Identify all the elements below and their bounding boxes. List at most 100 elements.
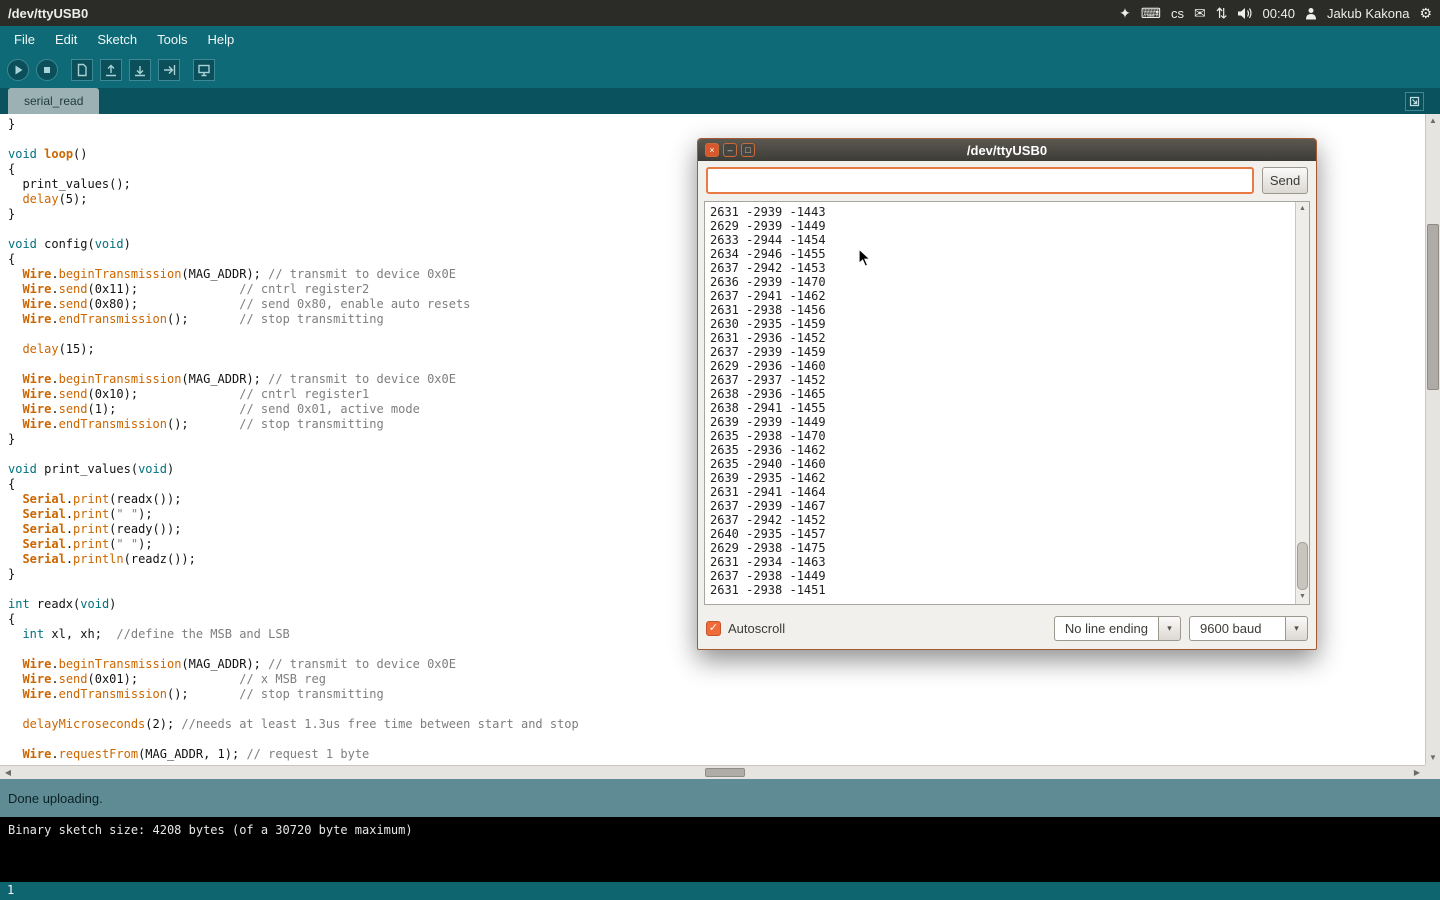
menu-item-tools[interactable]: Tools [147,28,197,51]
send-button[interactable]: Send [1262,167,1308,194]
status-message: Done uploading. [8,791,103,806]
serial-line: 2637 -2941 -1462 [710,289,1293,303]
scroll-up-icon[interactable]: ▲ [1296,203,1309,215]
tab-bar: serial_read [0,88,1440,114]
editor-hscroll-thumb[interactable] [705,768,745,777]
serial-line: 2638 -2941 -1455 [710,401,1293,415]
scroll-up-icon[interactable]: ▲ [1426,115,1440,127]
serial-monitor-window: × – □ /dev/ttyUSB0 Send 2631 -2939 -1443… [697,138,1317,650]
scroll-down-icon[interactable]: ▼ [1426,752,1440,764]
serial-line: 2637 -2939 -1467 [710,499,1293,513]
serial-monitor-button[interactable] [193,59,215,81]
menubar: FileEditSketchToolsHelp [0,26,1440,52]
code-line: delayMicroseconds(2); //needs at least 1… [8,717,1425,732]
code-line [8,732,1425,747]
baud-rate-dropdown[interactable]: 9600 baud ▾ [1189,616,1308,641]
autoscroll-checkbox[interactable]: ✓ [706,621,721,636]
volume-icon[interactable] [1237,7,1252,20]
code-line: Wire.requestFrom(MAG_ADDR, 1); // reques… [8,747,1425,762]
editor-horizontal-scrollbar[interactable]: ◀ ▶ [0,765,1425,779]
code-line: } [8,117,1425,132]
serial-line: 2631 -2936 -1452 [710,331,1293,345]
menu-item-file[interactable]: File [4,28,45,51]
mail-icon[interactable]: ✉ [1194,6,1206,20]
open-sketch-button[interactable] [100,59,122,81]
serial-line: 2633 -2944 -1454 [710,233,1293,247]
tab-menu-button[interactable] [1405,92,1424,111]
serial-line: 2629 -2936 -1460 [710,359,1293,373]
serial-line: 2631 -2938 -1451 [710,583,1293,597]
toolbar [0,52,1440,88]
close-icon[interactable]: × [705,143,719,157]
serial-line: 2634 -2946 -1455 [710,247,1293,261]
serial-output-area[interactable]: 2631 -2939 -14432629 -2939 -14492633 -29… [704,201,1310,605]
code-line: Wire.send(0x01); // x MSB reg [8,672,1425,687]
serial-line: 2631 -2939 -1443 [710,205,1293,219]
serial-line: 2637 -2937 -1452 [710,373,1293,387]
gear-icon[interactable]: ⚙ [1419,6,1432,20]
maximize-icon[interactable]: □ [741,143,755,157]
serial-line: 2635 -2938 -1470 [710,429,1293,443]
editor-vertical-scrollbar[interactable]: ▲ ▼ [1425,114,1440,765]
serial-line: 2629 -2938 -1475 [710,541,1293,555]
serial-line: 2631 -2938 -1456 [710,303,1293,317]
serial-line: 2635 -2936 -1462 [710,443,1293,457]
keyboard-layout-indicator[interactable]: cs [1171,6,1184,21]
line-ending-value[interactable]: No line ending [1054,616,1158,641]
code-line: Wire.endTransmission(); // stop transmit… [8,687,1425,702]
serial-output-scrollbar[interactable]: ▲ ▼ [1295,202,1309,604]
editor-vscroll-thumb[interactable] [1427,224,1439,390]
scroll-down-icon[interactable]: ▼ [1296,591,1309,603]
stop-button[interactable] [36,59,58,81]
serial-input[interactable] [706,167,1254,194]
scroll-right-icon[interactable]: ▶ [1410,766,1424,779]
serial-line: 2640 -2935 -1457 [710,527,1293,541]
serial-line: 2636 -2939 -1470 [710,275,1293,289]
console-text: Binary sketch size: 4208 bytes (of a 307… [8,823,413,837]
keyboard-icon[interactable]: ⌨ [1141,6,1161,20]
baud-rate-value[interactable]: 9600 baud [1189,616,1285,641]
serial-line: 2639 -2939 -1449 [710,415,1293,429]
clock[interactable]: 00:40 [1262,6,1295,21]
scrollbar-corner [1425,765,1440,779]
serial-line: 2635 -2940 -1460 [710,457,1293,471]
upload-button[interactable] [158,59,180,81]
serial-line: 2637 -2938 -1449 [710,569,1293,583]
indicator-applet-icon[interactable]: ✦ [1119,6,1131,20]
serial-monitor-controls: ✓ Autoscroll No line ending ▾ 9600 baud … [706,614,1308,642]
serial-monitor-title: /dev/ttyUSB0 [698,143,1316,158]
chevron-down-icon[interactable]: ▾ [1285,616,1308,641]
save-sketch-button[interactable] [129,59,151,81]
new-sketch-button[interactable] [71,59,93,81]
status-bar: Done uploading. [0,779,1440,817]
chevron-down-icon[interactable]: ▾ [1158,616,1181,641]
network-traffic-icon[interactable]: ⇅ [1216,6,1228,20]
code-line [8,702,1425,717]
serial-line: 2631 -2934 -1463 [710,555,1293,569]
serial-output-text: 2631 -2939 -14432629 -2939 -14492633 -29… [710,205,1293,602]
console-output[interactable]: Binary sketch size: 4208 bytes (of a 307… [0,817,1440,882]
scroll-left-icon[interactable]: ◀ [1,766,15,779]
verify-button[interactable] [7,59,29,81]
serial-line: 2631 -2941 -1464 [710,485,1293,499]
serial-monitor-titlebar[interactable]: × – □ /dev/ttyUSB0 [698,139,1316,161]
serial-line: 2630 -2935 -1459 [710,317,1293,331]
menu-item-sketch[interactable]: Sketch [87,28,147,51]
user-name[interactable]: Jakub Kakona [1327,6,1409,21]
serial-line: 2637 -2939 -1459 [710,345,1293,359]
panel-indicators: ✦ ⌨ cs ✉ ⇅ 00:40 Jakub Kakona ⚙ [1119,6,1432,21]
user-icon [1305,7,1317,20]
line-number-bar: 1 [0,882,1440,900]
serial-line: 2638 -2936 -1465 [710,387,1293,401]
menu-item-edit[interactable]: Edit [45,28,87,51]
panel-window-title: /dev/ttyUSB0 [8,6,88,21]
autoscroll-label: Autoscroll [728,621,785,636]
serial-scroll-thumb[interactable] [1297,542,1308,590]
minimize-icon[interactable]: – [723,143,737,157]
line-ending-dropdown[interactable]: No line ending ▾ [1054,616,1181,641]
menu-item-help[interactable]: Help [197,28,244,51]
tab-serial-read[interactable]: serial_read [8,88,99,114]
serial-line: 2637 -2942 -1452 [710,513,1293,527]
code-line: Wire.beginTransmission(MAG_ADDR); // tra… [8,657,1425,672]
serial-line: 2637 -2942 -1453 [710,261,1293,275]
